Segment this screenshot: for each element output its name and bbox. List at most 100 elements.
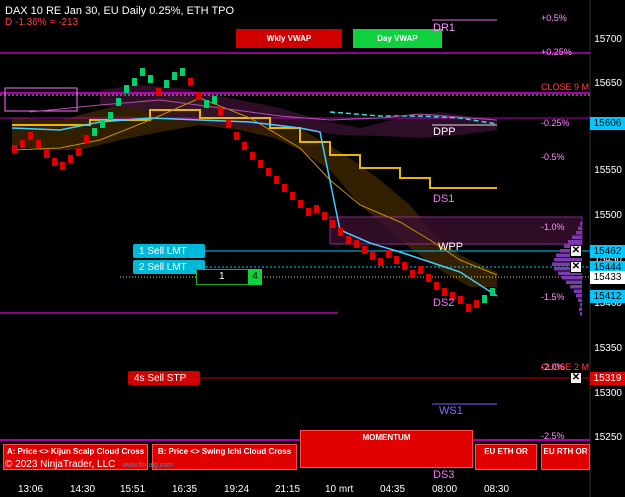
bull-candle [100,120,105,128]
time-axis-label: 21:15 [275,484,301,495]
copyright-text: © 2023 NinjaTrader, LLC [5,459,116,470]
tpo-bar [576,231,582,235]
daily-change: D -1.36% = -213 [5,17,79,28]
bull-candle [172,72,177,80]
pct-minus10: -1.0% [541,222,565,232]
bear-candle [394,256,399,264]
bear-candle [44,150,49,158]
tpo-bar [566,280,582,284]
tpo-bar [578,298,582,302]
bear-candle [402,262,407,270]
tpo-bar [574,289,582,293]
bear-candle [298,200,303,208]
bear-candle [362,246,367,254]
bear-candle [322,212,327,220]
ds1-label: DS1 [433,193,455,205]
ichi-cross-button[interactable]: B: Price <> Swing Ichi Cloud Cross [152,444,297,470]
bear-candle [36,140,41,148]
price-axis-label: 15250 [594,432,622,443]
bear-candle [274,176,279,184]
pct-minus20: -2.0% [541,362,565,372]
price-axis-label: 15300 [594,388,622,399]
time-axis-label: 08:30 [484,484,510,495]
bear-candle [330,220,335,228]
bear-candle [20,140,25,148]
close-order-1-icon[interactable]: ✕ [570,245,582,257]
bear-candle [410,270,415,278]
price-axis-label: 15500 [594,210,622,221]
pct-minus025: -0.25% [541,118,570,128]
tpo-bar [578,226,582,230]
current-price-tag: 15433 [590,271,625,284]
dr1-label: DR1 [433,22,456,34]
chart-title: DAX 10 RE Jan 30, EU Daily 0.25%, ETH TP… [5,5,235,17]
bull-candle [148,75,153,83]
momentum-button[interactable]: MOMENTUM [300,430,473,468]
bear-candle [370,252,375,260]
bull-candle [92,128,97,136]
bull-candle [204,100,209,108]
bear-candle [458,296,463,304]
ws1-label: WS1 [439,405,463,417]
tpo-bar [562,276,582,280]
eu-rth-or-button[interactable]: EU RTH OR [541,444,590,470]
price-axis-label: 15550 [594,165,622,176]
tpo-bar [580,222,582,226]
bear-candle [68,155,73,163]
close-9m-label: CLOSE 9 M [541,82,590,92]
bear-candle [466,304,471,312]
eu-eth-or-button[interactable]: EU ETH OR [475,444,537,470]
tpo-bar [568,240,582,244]
close-stop-icon[interactable]: ✕ [570,372,582,384]
bear-candle [188,78,193,86]
bear-candle [354,240,359,248]
time-axis-label: 15:51 [120,484,146,495]
sell-lmt-1-button[interactable]: 1 Sell LMT [133,244,205,258]
tpo-bar [572,235,582,239]
bear-candle [346,236,351,244]
day-vwap-button[interactable]: Day VWAP [353,29,442,48]
bull-candle [132,78,137,86]
bear-candle [290,192,295,200]
bear-candle [52,158,57,166]
bear-candle [338,228,343,236]
time-axis-label: 14:30 [70,484,96,495]
price-axis-label: 15650 [594,78,622,89]
ds2-label: DS2 [433,297,455,309]
bull-candle [108,112,113,120]
bear-candle [250,152,255,160]
close-order-2-icon[interactable]: ✕ [570,261,582,273]
bear-candle [418,266,423,274]
price-axis-label: 15700 [594,34,622,45]
quantity-box[interactable]: 1 [196,269,250,285]
bear-candle [266,168,271,176]
bear-candle [242,142,247,150]
watermark-text: www.fin-alg.com [122,462,173,469]
pct-plus05: +0.5% [541,13,567,23]
last-price-tag: 15606 [590,117,625,130]
stop-price-tag: 15319 [590,372,625,385]
time-axis-label: 16:35 [172,484,198,495]
price-chart[interactable] [0,0,625,497]
bear-candle [218,108,223,116]
wpp-label: WPP [438,241,464,253]
quantity-badge[interactable]: 4 [248,269,262,285]
time-axis-label: 13:06 [18,484,44,495]
bull-candle [490,288,495,296]
bear-candle [434,282,439,290]
tpo-bar [570,285,582,289]
dpp-label: DPP [433,126,456,138]
bear-candle [60,162,65,170]
time-axis-label: 04:35 [380,484,406,495]
bear-candle [84,135,89,143]
weekly-vwap-button[interactable]: Wkly VWAP [236,29,342,48]
pct-minus25: -2.5% [541,431,565,441]
bear-candle [378,258,383,266]
sell-lmt-2-button[interactable]: 2 Sell LMT [133,260,205,274]
quantity-value: 1 [219,271,225,282]
low-price-tag: 15412 [590,290,625,303]
bear-candle [226,120,231,128]
sell-stp-button[interactable]: 4s Sell STP [128,371,200,385]
bear-candle [426,274,431,282]
time-axis-label: 19:24 [224,484,250,495]
